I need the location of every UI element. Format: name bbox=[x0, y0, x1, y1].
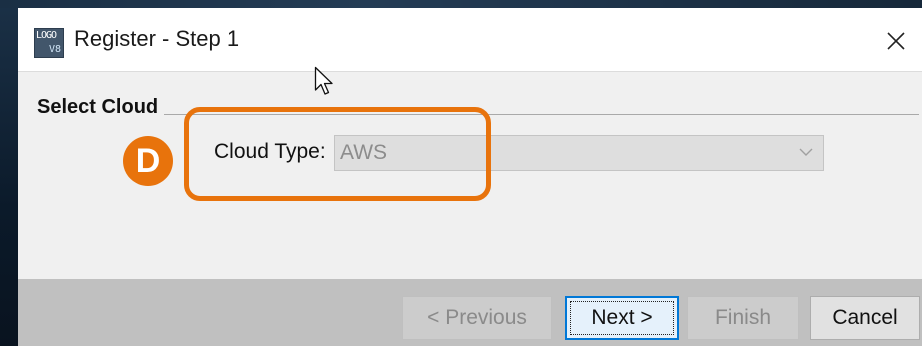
title-bar[interactable]: LOGO V8 Register - Step 1 bbox=[18, 8, 922, 72]
previous-button-label: < Previous bbox=[427, 306, 527, 329]
annotation-badge: D bbox=[123, 136, 173, 186]
chevron-down-icon bbox=[799, 148, 813, 156]
cancel-button[interactable]: Cancel bbox=[810, 296, 920, 340]
desktop-background-top bbox=[0, 0, 922, 8]
button-bar: < Previous Next > Finish Cancel bbox=[18, 279, 922, 346]
mouse-pointer-icon bbox=[314, 66, 333, 95]
annotation-highlight-box bbox=[184, 107, 491, 201]
next-button[interactable]: Next > bbox=[565, 296, 679, 340]
cancel-button-label: Cancel bbox=[832, 306, 898, 329]
register-dialog: LOGO V8 Register - Step 1 Select Cloud C… bbox=[18, 8, 922, 346]
focus-indicator bbox=[570, 301, 674, 335]
section-title: Select Cloud bbox=[37, 96, 165, 119]
close-icon bbox=[887, 32, 905, 50]
finish-button[interactable]: Finish bbox=[687, 296, 799, 340]
previous-button[interactable]: < Previous bbox=[402, 296, 552, 340]
finish-button-label: Finish bbox=[714, 306, 772, 329]
close-button[interactable] bbox=[878, 26, 914, 56]
logo-icon: LOGO V8 bbox=[34, 28, 64, 58]
desktop-background bbox=[0, 0, 18, 346]
window-title: Register - Step 1 bbox=[74, 26, 240, 51]
